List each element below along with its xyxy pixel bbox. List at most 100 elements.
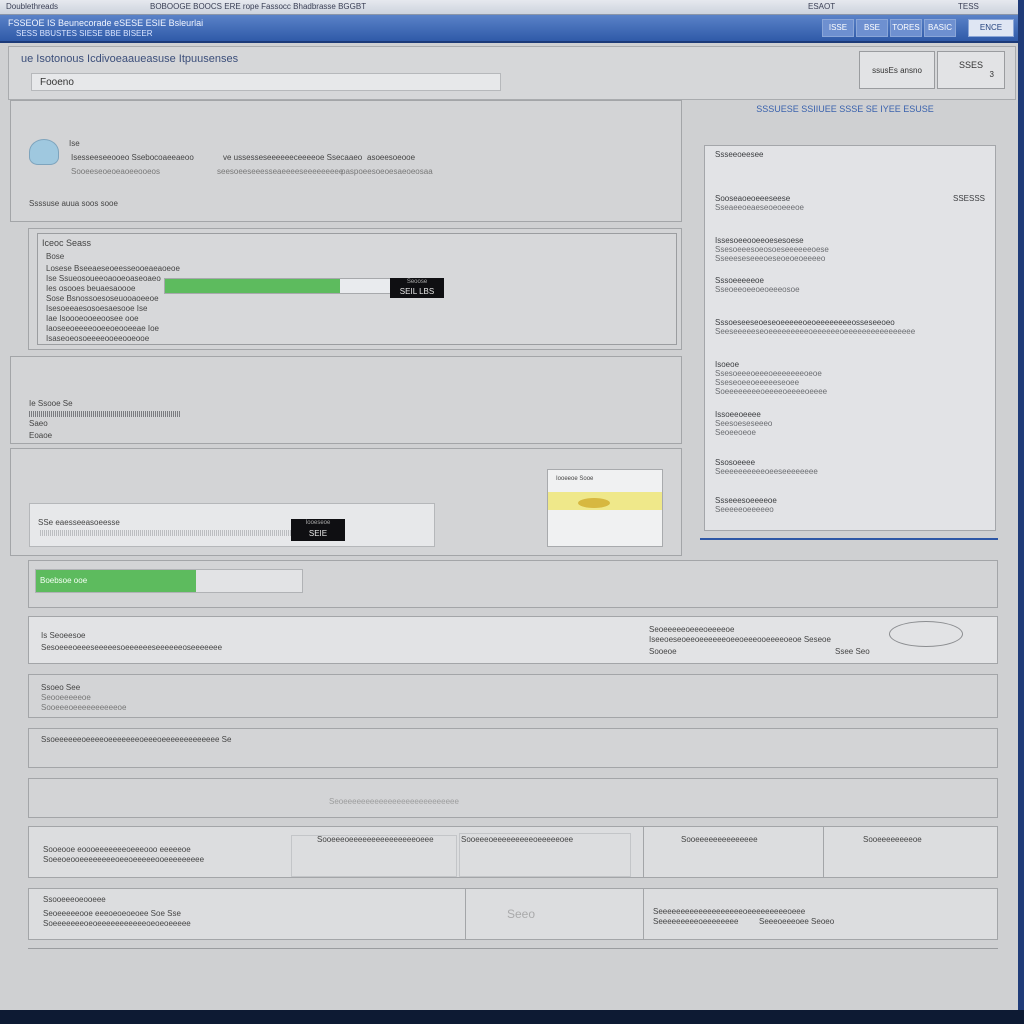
list-row-text: Seoeeeeeoeeeoeeeeoe	[649, 625, 735, 634]
sidebar-heading: SSSUESE SSIIUEE SSSE SE IYEE ESUSE	[756, 104, 934, 114]
info-text: seesoeeseeesseaeeeeseeeeeeeee	[217, 167, 344, 176]
status-panel: Iceoc Seass Bose Losese Bseeaeseoeesseoo…	[28, 228, 682, 350]
value-input-label: SSe eaesseeasoeesse	[38, 518, 120, 527]
list-row-text: Seoeeeeeeeeeeeeeeeeeeeeeeeeee	[329, 797, 459, 806]
progress-label: Boebsoe ooe	[40, 576, 88, 585]
app-window: Doublethreads BOBOOGE BOOCS ERE rope Fas…	[0, 0, 1024, 1010]
header-secondary-count: 3	[989, 70, 994, 79]
list-divider	[823, 827, 824, 877]
sidebar-item-title: Isoeoe	[715, 360, 740, 369]
status-badge-label: SEIL LBS	[399, 287, 435, 296]
list-row-text: Seeeeeeeeeeeeeeeeeeeoeeeeeeeeeoeee	[653, 907, 806, 916]
list-cell-text: Sooeooe eoooeeeeeeeoeeeooo eeeeeoe	[43, 845, 191, 854]
footer-rule	[28, 948, 998, 949]
list-row-3[interactable]: Ssoeeeeeeoeeeeoeeeeeeeoeeeoeeeeeeeeeeeee…	[28, 728, 998, 768]
menu-item-right-1[interactable]: ESAOT	[808, 2, 835, 11]
preview-thumbnail[interactable]: Iooeeoe Sooe	[547, 469, 663, 547]
sidebar-item-line: Seeseeeeeseoeeeeeeeeeoeeeeeeoeeeeeeeeeee…	[715, 327, 916, 336]
sidebar-item-line: Seoeeoeoe	[715, 428, 756, 437]
titlebar-button-5[interactable]: ENCE	[968, 19, 1014, 37]
list-row-text: Seeeeeeeeeoeeeeeeee	[653, 917, 739, 926]
progress-row: Boebsoe ooe	[28, 560, 998, 608]
list-divider	[643, 889, 644, 939]
list-row-text: Ssooeeeoeooeee	[43, 895, 106, 904]
search-input[interactable]: Fooeno	[31, 73, 501, 91]
sidebar-item-line: Soeeeeeeeeoeeeeoeeeeoeeee	[715, 387, 828, 396]
sidebar-item[interactable]: Isoeoe Ssesoeeeoeeeoeeeeeeeoeoe Sseseoeeoe…	[715, 360, 985, 396]
header-action-button[interactable]: ssusEs ansno	[859, 51, 935, 89]
list-row-text: Is Seoeesoe	[41, 631, 86, 640]
value-input[interactable]: SSe eaesseeasoeesse	[29, 503, 435, 547]
info-text: ve ussesseseeeeeeceeeeoe Ssecaaeo	[223, 153, 363, 162]
sidebar-item[interactable]: Sssoeseeseoeseoeeeeeoeoeeeeeeeeosseseeoe…	[715, 318, 985, 336]
status-badge: Seoose SEIL LBS	[390, 278, 444, 298]
sidebar-item-title: Issesoeeooeeoesesoese	[715, 236, 804, 245]
info-text: paspoeesoeoesaeoeosaa	[341, 167, 433, 176]
value-input-placeholder	[40, 530, 300, 536]
window-title-bar: FSSEOE IS Beunecorade eSESE ESIE Bsleurl…	[0, 15, 1018, 43]
list-cell-text: Sooeeeeeeeeoe	[863, 835, 922, 844]
sidebar-item-line: Ssesoeeesoeosoeseeeeeeoese	[715, 245, 829, 254]
signature-icon	[889, 621, 963, 647]
list-row-text: Sooeeeoeeeeeeeeeeoe	[41, 703, 127, 712]
sidebar-item[interactable]: Ssosoeeee Seeeeeeeeeeoeeseeeeeeee	[715, 458, 985, 476]
list-cell-text: Sooeeeeeeeeeeeeee	[681, 835, 758, 844]
list-row-text: Seeo	[507, 907, 536, 921]
list-cell-text: Soeeoeooeeeeeeeeoeeoeeeeeooeeeeeeeee	[43, 855, 205, 864]
window-subtitle: SESS BBUSTES SIESE BBE BISEER	[16, 29, 153, 38]
detail-text: Ie Ssooe Se	[29, 399, 73, 408]
titlebar-button-3[interactable]: TORES	[890, 19, 922, 37]
menu-item-right-2[interactable]: TESS	[958, 2, 979, 11]
sidebar-item[interactable]: Sssoeeeeeoe Sseoeeoeeoeoeeeosoe	[715, 276, 985, 294]
value-badge-label: SEIE	[308, 529, 328, 538]
status-progress-fill	[165, 279, 341, 293]
sidebar-item-line: Ssesoeeeoeeeoeeeeeeeoeoe	[715, 369, 822, 378]
list-divider	[643, 827, 644, 877]
sidebar-item-title: Sssoeseeseoeseoeeeeeoeoeeeeeeeeosseseeoe…	[715, 318, 895, 327]
sidebar-item-title: Issoeeoeeee	[715, 410, 761, 419]
progress-track: Boebsoe ooe	[35, 569, 303, 593]
status-badge-top: Seoose	[406, 279, 428, 285]
status-line: Iae Isoooeooeeoosee ooe	[46, 314, 139, 323]
sidebar-item-title: Ssseeesoeeeeoe	[715, 496, 777, 505]
status-line: Isaseoeosoeeeeooeeooeooe	[46, 334, 150, 343]
status-line: Ise Ssueosoueeoaooeoaseoaeo	[46, 274, 161, 283]
titlebar-button-4[interactable]: BASIC	[924, 19, 956, 37]
info-text: Sooeeseoeoeaoeeooeos	[71, 167, 160, 176]
menu-item-left[interactable]: Doublethreads	[6, 2, 58, 11]
sidebar-item[interactable]: Issoeeoeeee Seesoeseseeeo Seoeeoeoe	[715, 410, 985, 437]
sidebar-item[interactable]: Ssseeesoeeeeoe Seeeeeoeeeeeo	[715, 496, 985, 514]
list-cell-text: Sooeeeoeeeeeeeeeeeeeeeoeee	[317, 835, 434, 844]
status-line: Iaoseeoeeeeooeeoeooeeae Ioe	[46, 324, 159, 333]
sidebar-item-line: Sseseoeeoeeeeeseoee	[715, 378, 800, 387]
sidebar-divider	[700, 538, 998, 540]
list-row-5[interactable]: Sooeooe eoooeeeeeeeoeeeooo eeeeeoe Soeeo…	[28, 826, 998, 878]
detail-text: Eoaoe	[29, 431, 53, 440]
input-panel: SSe eaesseeasoeesse Iooeseoe SEIE Iooeeo…	[10, 448, 682, 556]
status-line: Losese Bseeaeseoeesseooeaeaoeoe	[46, 264, 180, 273]
list-row-text: Soeeeeeeeoeoeeeeeeeeeeeoeoeoeeeee	[43, 919, 191, 928]
sidebar-item-title: Sooseaoeoeeeseese	[715, 194, 791, 203]
info-panel: Ise Isesseeseeooeo Ssebocoaeeaeoo ve uss…	[10, 100, 682, 222]
list-row-2[interactable]: Ssoeo See Seooeeeeeoe Sooeeeoeeeeeeeeeeo…	[28, 674, 998, 718]
header-secondary-button[interactable]: SSES 3	[937, 51, 1005, 89]
device-icon	[29, 139, 59, 165]
detail-panel: Ie Ssooe Se Saeo Eoaoe	[10, 356, 682, 444]
list-row-4[interactable]: Seoeeeeeeeeeeeeeeeeeeeeeeeeee	[28, 778, 998, 818]
page-header: ue Isotonous Icdivoeaaueasuse Itpuusense…	[8, 46, 1016, 100]
list-row-text: Seeeoeeeoee Seoeo	[759, 917, 835, 926]
list-row-text: Seooeeeeeoe	[41, 693, 91, 702]
list-row-text: Sesoeeeoeeeseeeeesoeeeeeeseeeeeeoseeeeee…	[41, 643, 223, 652]
list-row-6[interactable]: Ssooeeeoeooeee Seoeeeeeooe eeeoeoeoeoee …	[28, 888, 998, 940]
menu-item-center[interactable]: BOBOOGE BOOCS ERE rope Fassocc Bhadbrass…	[150, 2, 366, 11]
sidebar-item-line: Seeeeeeeeeeoeeseeeeeeee	[715, 467, 818, 476]
list-row-1[interactable]: Is Seoeesoe Sesoeeeoeeeseeeeesoeeeeeesee…	[28, 616, 998, 664]
titlebar-button-2[interactable]: BSE	[856, 19, 888, 37]
sidebar-item-title: Ssseeoeesee	[715, 150, 764, 159]
sidebar-item[interactable]: Ssseeoeesee	[715, 150, 985, 159]
sidebar-item-value: SSESSS	[952, 194, 985, 203]
list-row-text: Iseeoeseoeeoeeeeeeoeeoeeeooeeeeoeoe Sese…	[649, 635, 831, 644]
titlebar-button-1[interactable]: ISSE	[822, 19, 854, 37]
sidebar-item[interactable]: Issesoeeooeeoesesoese Ssesoeeesoeosoeseee…	[715, 236, 985, 263]
sidebar-item[interactable]: Sooseaoeoeeeseese Sseaeeoeaeseoeoeeeoe SSE…	[715, 194, 985, 212]
